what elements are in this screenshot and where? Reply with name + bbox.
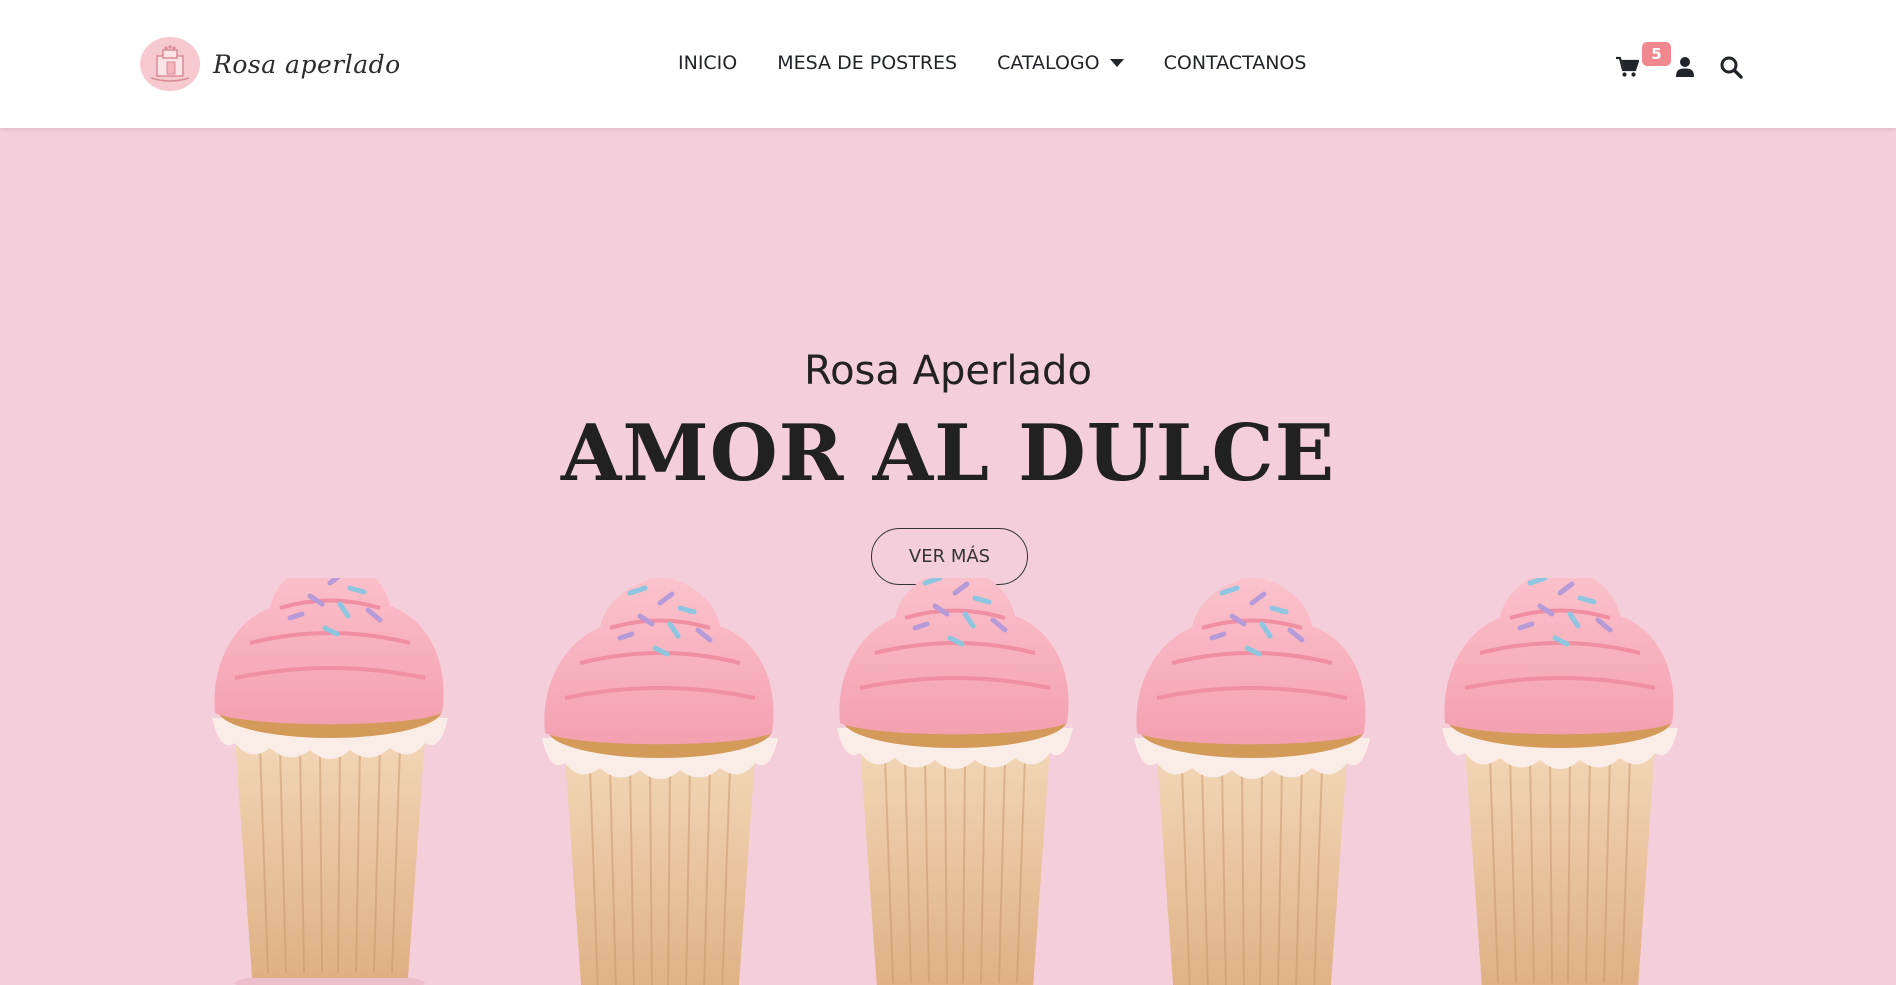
cart-badge: 5 bbox=[1642, 42, 1671, 66]
cart-button[interactable]: 5 bbox=[1612, 42, 1671, 82]
search-button[interactable] bbox=[1716, 52, 1746, 82]
nav-link-catalogo-label: CATALOGO bbox=[997, 52, 1100, 74]
user-icon bbox=[1676, 57, 1694, 77]
ver-mas-button[interactable]: VER MÁS bbox=[871, 528, 1028, 585]
logo-icon bbox=[140, 37, 200, 91]
header-icons: 5 bbox=[1612, 40, 1748, 90]
nav-link-mesa-de-postres[interactable]: MESA DE POSTRES bbox=[777, 48, 957, 78]
nav-link-contactanos[interactable]: CONTACTANOS bbox=[1164, 48, 1307, 78]
cupcakes-image bbox=[0, 578, 1896, 985]
hero-subtitle: Rosa Aperlado bbox=[804, 348, 1092, 394]
nav-link-inicio[interactable]: INICIO bbox=[678, 48, 737, 78]
hero-banner: Rosa Aperlado AMOR AL DULCE VER MÁS bbox=[0, 128, 1896, 985]
hero-title: AMOR AL DULCE bbox=[560, 408, 1336, 499]
user-button[interactable] bbox=[1670, 52, 1700, 82]
chevron-down-icon bbox=[1109, 59, 1124, 67]
navbar: Rosa aperlado INICIO MESA DE POSTRES CAT… bbox=[0, 0, 1896, 128]
search-icon bbox=[1720, 56, 1743, 79]
nav-link-catalogo[interactable]: CATALOGO bbox=[997, 48, 1124, 78]
brand-name: Rosa aperlado bbox=[213, 49, 401, 79]
brand-link[interactable]: Rosa aperlado bbox=[139, 36, 401, 92]
main-nav: INICIO MESA DE POSTRES CATALOGO CONTACTA… bbox=[678, 48, 1346, 78]
shopping-cart-icon bbox=[1616, 56, 1639, 77]
